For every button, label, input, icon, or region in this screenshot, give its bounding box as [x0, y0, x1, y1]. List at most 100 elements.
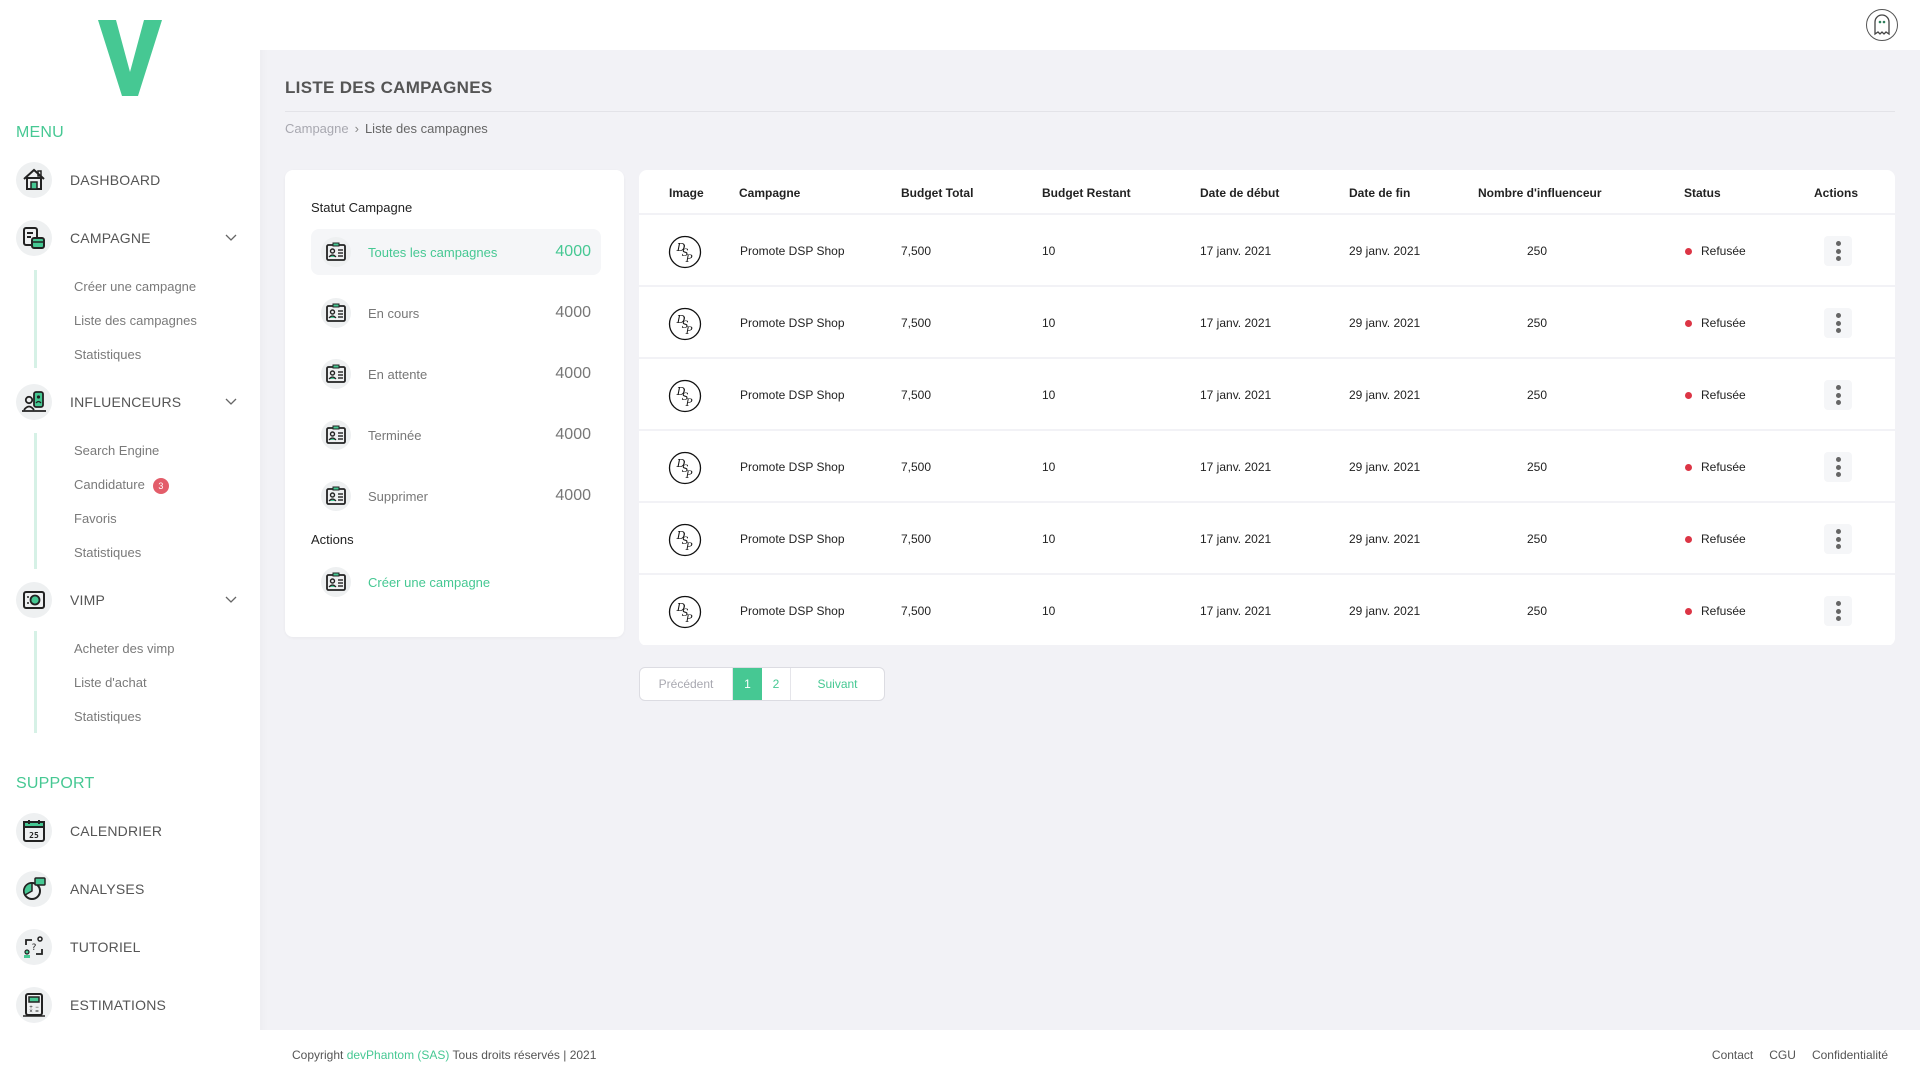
sidebar-item-influenceurs[interactable]: INFLUENCEURS: [16, 382, 246, 422]
footer-link-cgu[interactable]: CGU: [1769, 1048, 1796, 1062]
sidebar-item-calendrier[interactable]: 25 CALENDRIER: [16, 811, 246, 851]
cell-campagne[interactable]: Promote DSP Shop: [740, 244, 845, 258]
sidebar-item-tutoriel[interactable]: ? TUTORIEL: [16, 927, 246, 967]
cell-date-debut: 17 janv. 2021: [1200, 388, 1272, 402]
page-title: LISTE DES CAMPAGNES: [285, 78, 493, 97]
status-filter-card: Statut Campagne Toutes les campagnes 4000…: [285, 170, 624, 637]
footer-link-confidentialite[interactable]: Confidentialité: [1812, 1048, 1888, 1062]
breadcrumb-campagne[interactable]: Campagne: [285, 121, 349, 136]
column-header-status[interactable]: Status: [1684, 186, 1721, 200]
copyright-suffix: Tous droits réservés | 2021: [452, 1048, 597, 1062]
cell-budget-total: 7,500: [901, 244, 932, 258]
table-row[interactable]: D S P Promote DSP Shop 7,500 10 17 janv. 2021 2…: [639, 503, 1895, 575]
cell-campagne[interactable]: Promote DSP Shop: [740, 604, 845, 618]
more-actions-icon[interactable]: [1824, 452, 1852, 482]
column-header-budget-total[interactable]: Budget Total: [901, 186, 973, 200]
cell-campagne[interactable]: Promote DSP Shop: [740, 388, 845, 402]
cell-budget-restant: 10: [1042, 388, 1056, 402]
filter-item-terminee[interactable]: Terminée 4000: [311, 412, 601, 458]
more-actions-icon[interactable]: [1824, 524, 1852, 554]
more-actions-icon[interactable]: [1824, 236, 1852, 266]
column-header-budget-restant[interactable]: Budget Restant: [1042, 186, 1131, 200]
cell-campagne[interactable]: Promote DSP Shop: [740, 460, 845, 474]
table-row[interactable]: D S P Promote DSP Shop 7,500 10 17 janv. 2021 2…: [639, 575, 1895, 647]
column-header-actions: Actions: [1814, 186, 1859, 200]
pagination-page-2[interactable]: 2: [762, 668, 791, 700]
submenu-liste-achat[interactable]: Liste d'achat: [74, 675, 147, 690]
campaign-image: DSP: [668, 379, 702, 413]
chevron-down-icon[interactable]: [224, 394, 238, 408]
filter-item-supprimer[interactable]: Supprimer 4000: [311, 473, 601, 519]
sidebar-item-vimp[interactable]: VIMP: [16, 580, 246, 620]
filter-count: 4000: [555, 243, 591, 260]
filter-item-en-cours[interactable]: En cours 4000: [311, 290, 601, 336]
sidebar-item-estimations[interactable]: + − × = ESTIMATIONS: [16, 985, 246, 1025]
table-row[interactable]: D S P Promote DSP Shop 7,500 10 17 janv. 2021 2…: [639, 287, 1895, 359]
submenu-liste-campagnes[interactable]: Liste des campagnes: [74, 313, 197, 328]
home-icon: [16, 162, 52, 198]
table-row[interactable]: D S P Promote DSP Shop 7,500 10 17 janv. 2021 2…: [639, 431, 1895, 503]
filter-item-en-attente[interactable]: En attente 4000: [311, 351, 601, 397]
submenu-acheter-vimp[interactable]: Acheter des vimp: [74, 641, 174, 656]
cell-budget-restant: 10: [1042, 244, 1056, 258]
copyright-prefix: Copyright: [292, 1048, 344, 1062]
submenu-candidature[interactable]: Candidature 3: [74, 477, 169, 494]
more-actions-icon[interactable]: [1824, 596, 1852, 626]
more-actions-icon[interactable]: [1824, 308, 1852, 338]
submenu-favoris[interactable]: Favoris: [74, 511, 117, 526]
pie-chart-icon: [16, 871, 52, 907]
filter-label: Terminée: [368, 427, 422, 443]
filter-label: Supprimer: [368, 488, 428, 504]
filter-item-all[interactable]: Toutes les campagnes 4000: [311, 229, 601, 275]
svg-text:P: P: [685, 254, 693, 265]
svg-text:P: P: [685, 542, 693, 553]
table-row[interactable]: D S P Promote DSP Shop 7,500 10 17 janv. 2021 2…: [639, 215, 1895, 287]
cell-budget-restant: 10: [1042, 316, 1056, 330]
pagination-next[interactable]: Suivant: [791, 668, 884, 700]
footer-link-contact[interactable]: Contact: [1712, 1048, 1753, 1062]
footer: Copyright devPhantom (SAS) Tous droits r…: [260, 1030, 1920, 1080]
sidebar: MENU DASHBOARD CAMPAGNE Créer une campag…: [0, 0, 260, 1080]
filter-count: 4000: [555, 365, 591, 382]
column-header-campagne[interactable]: Campagne: [739, 186, 800, 200]
sidebar-item-analyses[interactable]: ANALYSES: [16, 869, 246, 909]
pagination-page-1[interactable]: 1: [733, 668, 762, 700]
cell-date-fin: 29 janv. 2021: [1349, 532, 1421, 546]
submenu-creer-campagne[interactable]: Créer une campagne: [74, 279, 196, 294]
campaign-image: DSP: [668, 595, 702, 629]
ghost-avatar-icon[interactable]: [1866, 9, 1898, 41]
status-dot-icon: [1685, 248, 1692, 256]
submenu-statistiques-influenceurs[interactable]: Statistiques: [74, 545, 141, 560]
brand-logo[interactable]: [98, 20, 162, 96]
chevron-down-icon[interactable]: [224, 592, 238, 606]
cell-status: Refusée: [1685, 316, 1746, 330]
status-dot-icon: [1685, 464, 1692, 472]
sidebar-item-label: VIMP: [70, 592, 106, 608]
submenu-search-engine[interactable]: Search Engine: [74, 443, 159, 458]
submenu-statistiques-campagne[interactable]: Statistiques: [74, 347, 141, 362]
sidebar-item-campagne[interactable]: CAMPAGNE: [16, 218, 246, 258]
more-actions-icon[interactable]: [1824, 380, 1852, 410]
pagination-previous[interactable]: Précédent: [640, 668, 733, 700]
column-header-nombre-influenceur[interactable]: Nombre d'influenceur: [1478, 186, 1602, 200]
cell-status: Refusée: [1685, 532, 1746, 546]
submenu-statistiques-vimp[interactable]: Statistiques: [74, 709, 141, 724]
cell-campagne[interactable]: Promote DSP Shop: [740, 316, 845, 330]
create-campaign-action[interactable]: Créer une campagne: [311, 559, 601, 605]
cell-campagne[interactable]: Promote DSP Shop: [740, 532, 845, 546]
sidebar-item-label: INFLUENCEURS: [70, 394, 182, 410]
column-header-date-fin[interactable]: Date de fin: [1349, 186, 1410, 200]
column-header-date-debut[interactable]: Date de début: [1200, 186, 1279, 200]
sidebar-item-dashboard[interactable]: DASHBOARD: [16, 160, 246, 200]
cell-budget-total: 7,500: [901, 388, 932, 402]
chevron-down-icon[interactable]: [224, 230, 238, 244]
cell-date-debut: 17 janv. 2021: [1200, 460, 1272, 474]
cell-nombre-influenceur: 250: [1527, 316, 1548, 330]
company-link[interactable]: devPhantom (SAS): [347, 1048, 450, 1062]
status-dot-icon: [1685, 536, 1692, 544]
cell-budget-total: 7,500: [901, 604, 932, 618]
table-row[interactable]: D S P Promote DSP Shop 7,500 10 17 janv. 2021 2…: [639, 359, 1895, 431]
svg-text:×: ×: [29, 1009, 33, 1015]
vimp-submenu-line: [34, 631, 37, 733]
cell-budget-restant: 10: [1042, 604, 1056, 618]
